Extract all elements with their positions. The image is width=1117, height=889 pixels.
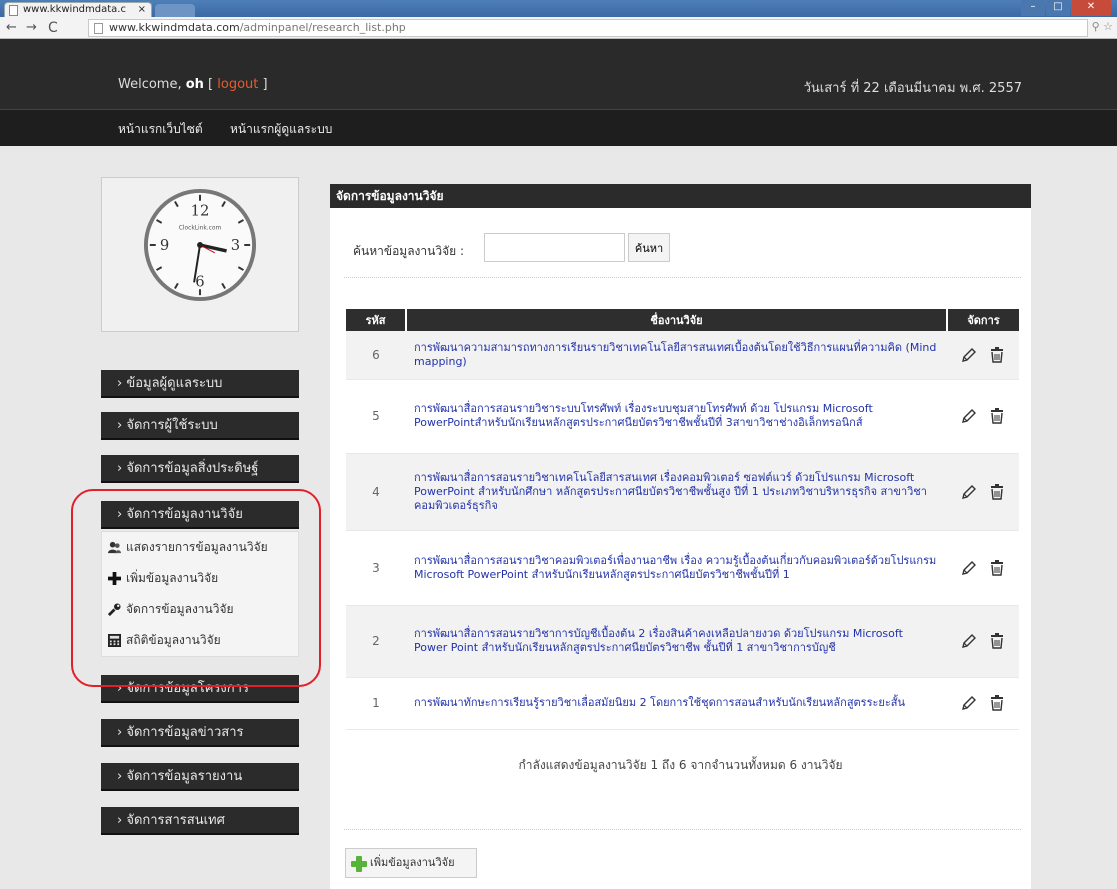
research-id: 1 (346, 677, 406, 730)
research-id: 2 (346, 605, 406, 678)
table-row: 5 การพัฒนาสื่อการสอนรายวิชาระบบโทรศัพท์ … (346, 379, 1019, 454)
table-row: 3 การพัฒนาสื่อการสอนรายวิชาคอมพิวเตอร์เพ… (346, 530, 1019, 606)
minimize-icon[interactable]: – (1021, 0, 1045, 16)
research-title-link[interactable]: การพัฒนาสื่อการสอนรายวิชาการบัญชีเบื้องต… (406, 605, 947, 678)
back-icon[interactable]: ← (6, 19, 17, 37)
divider (344, 277, 1021, 278)
current-date: วันเสาร์ ที่ 22 เดือนมีนาคม พ.ศ. 2557 (803, 81, 1022, 96)
site-header: Welcome, oh [ logout ] วันเสาร์ ที่ 22 เ… (0, 39, 1117, 146)
username: oh (185, 77, 204, 92)
edit-pencil-icon[interactable] (960, 632, 978, 650)
column-header-title: ชื่องานวิจัย (406, 309, 948, 331)
research-title-link[interactable]: การพัฒนาทักษะการเรียนรู้รายวิชาเลื่อสมัย… (406, 677, 947, 730)
top-nav: หน้าแรกเว็บไซต์ หน้าแรกผู้ดูแลระบบ (0, 109, 1117, 146)
menu-manage-reports[interactable]: › จัดการข้อมูลรายงาน (101, 763, 299, 791)
research-title-link[interactable]: การพัฒนาสื่อการสอนรายวิชาเทคโนโลยีสารสนเ… (406, 453, 947, 531)
zoom-star-icons[interactable]: ⚲ ☆ (1092, 20, 1113, 33)
row-actions (947, 530, 1019, 606)
page-icon (94, 23, 103, 34)
table-header-row: รหัส ชื่องานวิจัย จัดการ (346, 309, 1019, 331)
search-label: ค้นหาข้อมูลงานวิจัย : (353, 244, 465, 258)
research-id: 6 (346, 331, 406, 380)
table-row: 1 การพัฒนาทักษะการเรียนรู้รายวิชาเลื่อสม… (346, 677, 1019, 730)
svg-text:3: 3 (231, 237, 240, 254)
table-row: 6 การพัฒนาความสามารถทางการเรียนรายวิชาเท… (346, 331, 1019, 380)
table-row: 2 การพัฒนาสื่อการสอนรายวิชาการบัญชีเบื้อ… (346, 605, 1019, 678)
row-actions (947, 677, 1019, 730)
column-header-id: รหัส (346, 309, 407, 331)
menu-manage-information[interactable]: › จัดการสารสนเทศ (101, 807, 299, 835)
nav-home-site[interactable]: หน้าแรกเว็บไซต์ (118, 120, 203, 139)
tab-close-icon[interactable]: × (138, 3, 146, 16)
logout-bracket-close: ] (258, 77, 268, 92)
welcome-text: Welcome, oh [ logout ] (118, 77, 268, 92)
address-bar-row: ← → C www.kkwindmdata.com/adminpanel/res… (0, 17, 1117, 39)
edit-pencil-icon[interactable] (960, 694, 978, 712)
research-id: 5 (346, 379, 406, 454)
research-title-link[interactable]: การพัฒนาความสามารถทางการเรียนรายวิชาเทคโ… (406, 331, 947, 380)
new-tab-button[interactable] (155, 4, 195, 17)
delete-trash-icon[interactable] (988, 559, 1006, 577)
edit-pencil-icon[interactable] (960, 483, 978, 501)
search-button[interactable]: ค้นหา (628, 233, 670, 262)
logout-link[interactable]: logout (217, 77, 258, 92)
research-id: 4 (346, 453, 406, 531)
divider (344, 829, 1021, 830)
svg-text:12: 12 (191, 203, 210, 220)
delete-trash-icon[interactable] (988, 694, 1006, 712)
nav-home-admin[interactable]: หน้าแรกผู้ดูแลระบบ (230, 120, 332, 139)
delete-trash-icon[interactable] (988, 407, 1006, 425)
highlight-annotation (71, 489, 321, 687)
maximize-icon[interactable]: □ (1046, 0, 1070, 16)
green-plus-icon (351, 856, 367, 872)
clock-widget: 12 3 6 9 ClockLink.com (101, 177, 299, 332)
menu-manage-users[interactable]: › จัดการผู้ใช้ระบบ (101, 412, 299, 440)
reload-icon[interactable]: C (48, 19, 58, 37)
delete-trash-icon[interactable] (988, 346, 1006, 364)
paging-info: กำลังแสดงข้อมูลงานวิจัย 1 ถึง 6 จากจำนวน… (518, 758, 843, 772)
add-research-button[interactable]: เพิ่มข้อมูลงานวิจัย (345, 848, 477, 878)
edit-pencil-icon[interactable] (960, 346, 978, 364)
search-input[interactable] (484, 233, 625, 262)
page-title: จัดการข้อมูลงานวิจัย (330, 184, 1031, 208)
logout-bracket-open: [ (203, 77, 218, 92)
close-window-icon[interactable]: ✕ (1071, 0, 1111, 16)
research-title-link[interactable]: การพัฒนาสื่อการสอนรายวิชาระบบโทรศัพท์ เร… (406, 379, 947, 454)
menu-manage-news[interactable]: › จัดการข้อมูลข่าวสาร (101, 719, 299, 747)
research-table: รหัส ชื่องานวิจัย จัดการ 6 การพัฒนาความส… (346, 309, 1019, 730)
menu-manage-inventions[interactable]: › จัดการข้อมูลสิ่งประดิษฐ์ (101, 455, 299, 483)
delete-trash-icon[interactable] (988, 632, 1006, 650)
svg-text:6: 6 (195, 273, 204, 290)
table-row: 4 การพัฒนาสื่อการสอนรายวิชาเทคโนโลยีสารส… (346, 453, 1019, 531)
url-path: /adminpanel/research_list.php (239, 21, 406, 34)
forward-icon[interactable]: → (26, 19, 37, 37)
column-header-actions: จัดการ (947, 309, 1019, 331)
main-panel: จัดการข้อมูลงานวิจัย ค้นหาข้อมูลงานวิจัย… (330, 184, 1031, 889)
delete-trash-icon[interactable] (988, 483, 1006, 501)
edit-pencil-icon[interactable] (960, 407, 978, 425)
menu-admin-info[interactable]: › ข้อมูลผู้ดูแลระบบ (101, 370, 299, 398)
url-field[interactable]: www.kkwindmdata.com/adminpanel/research_… (88, 19, 1088, 37)
research-id: 3 (346, 530, 406, 606)
clock-brand: ClockLink.com (179, 225, 222, 231)
tab-title: www.kkwindmdata.c (23, 4, 126, 15)
research-title-link[interactable]: การพัฒนาสื่อการสอนรายวิชาคอมพิวเตอร์เพื่… (406, 530, 947, 606)
edit-pencil-icon[interactable] (960, 559, 978, 577)
row-actions (947, 331, 1019, 380)
browser-tab[interactable]: www.kkwindmdata.c × (4, 2, 152, 17)
browser-tab-strip: www.kkwindmdata.c × – □ ✕ (0, 0, 1117, 17)
page-icon (9, 5, 18, 16)
svg-text:9: 9 (160, 237, 169, 254)
row-actions (947, 453, 1019, 531)
clock-icon: 12 3 6 9 ClockLink.com (143, 188, 257, 302)
window-controls: – □ ✕ (1021, 0, 1111, 16)
add-research-label: เพิ่มข้อมูลงานวิจัย (370, 856, 455, 869)
row-actions (947, 379, 1019, 454)
welcome-prefix: Welcome, (118, 77, 186, 92)
row-actions (947, 605, 1019, 678)
url-host: www.kkwindmdata.com (109, 21, 240, 34)
page-body: 12 3 6 9 ClockLink.com › ข้อมูลผู้ดูแลระบบ … (0, 146, 1117, 889)
